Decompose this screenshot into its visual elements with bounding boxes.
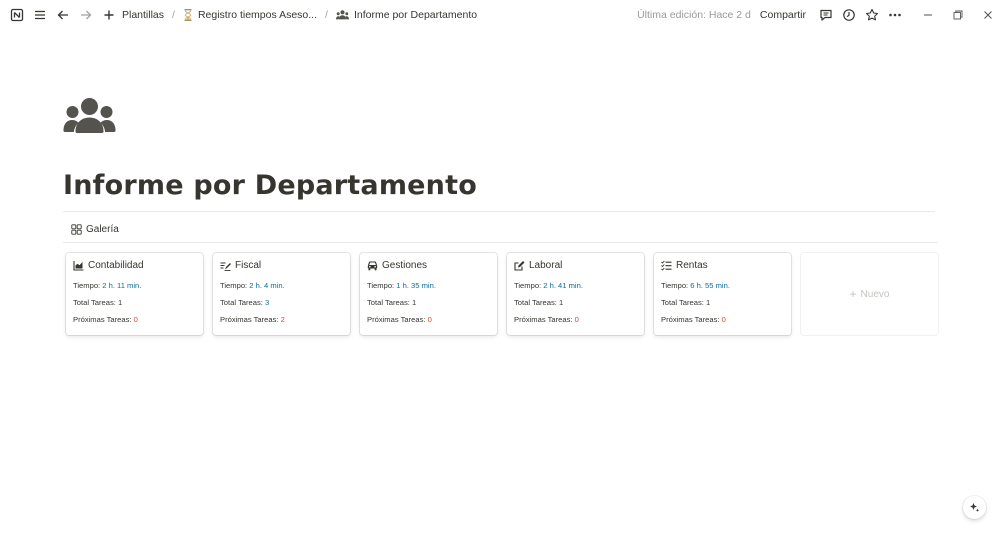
people-group-icon bbox=[335, 10, 349, 20]
last-edited-text: Última edición: Hace 2 d bbox=[637, 9, 751, 21]
prop-label: Tiempo: bbox=[367, 281, 397, 290]
gallery-card-rentas[interactable]: Rentas Tiempo: 6 h. 55 min. Total Tareas… bbox=[654, 253, 791, 335]
card-title: Rentas bbox=[676, 260, 708, 271]
card-proximas-tareas: Próximas Tareas: 0 bbox=[661, 315, 726, 324]
card-total-tareas: Total Tareas: 1 bbox=[514, 298, 563, 307]
prop-label: Total Tareas: bbox=[661, 298, 707, 307]
prop-value: 6 h. 55 min. bbox=[690, 281, 730, 290]
prop-label: Próximas Tareas: bbox=[367, 315, 428, 324]
comments-icon[interactable] bbox=[818, 7, 834, 23]
hourglass-icon bbox=[183, 9, 193, 21]
prop-label: Tiempo: bbox=[514, 281, 544, 290]
menu-icon[interactable] bbox=[33, 8, 47, 22]
add-page-icon[interactable] bbox=[102, 8, 116, 22]
top-bar: Plantillas / Registro tiempos Aseso... /… bbox=[0, 0, 1005, 30]
prop-label: Total Tareas: bbox=[514, 298, 560, 307]
prop-label: Próximas Tareas: bbox=[661, 315, 722, 324]
more-options-icon[interactable] bbox=[887, 7, 903, 23]
close-window-icon[interactable] bbox=[973, 0, 1003, 30]
prop-label: Tiempo: bbox=[661, 281, 691, 290]
breadcrumb-separator: / bbox=[172, 9, 175, 21]
prop-label: Tiempo: bbox=[220, 281, 250, 290]
sparkle-icon bbox=[970, 503, 980, 512]
new-card-button[interactable]: + Nuevo bbox=[801, 253, 938, 335]
prop-label: Próximas Tareas: bbox=[73, 315, 134, 324]
edit-icon bbox=[514, 260, 525, 271]
divider bbox=[63, 211, 935, 212]
prop-value: 1 bbox=[706, 298, 711, 307]
prop-value: 1 bbox=[559, 298, 564, 307]
prop-value: 1 h. 35 min. bbox=[396, 281, 436, 290]
card-tiempo: Tiempo: 1 h. 35 min. bbox=[367, 281, 436, 290]
card-title: Contabilidad bbox=[88, 260, 144, 271]
prop-label: Próximas Tareas: bbox=[514, 315, 575, 324]
breadcrumb-label: Informe por Departamento bbox=[353, 9, 478, 21]
card-total-tareas: Total Tareas: 1 bbox=[367, 298, 416, 307]
prop-value: 0 bbox=[427, 315, 432, 324]
share-button[interactable]: Compartir bbox=[760, 9, 806, 21]
gallery-card-gestiones[interactable]: Gestiones Tiempo: 1 h. 35 min. Total Tar… bbox=[360, 253, 497, 335]
card-title: Laboral bbox=[529, 260, 563, 271]
history-icon[interactable] bbox=[841, 7, 857, 23]
card-total-tareas: Total Tareas: 1 bbox=[661, 298, 710, 307]
prop-value: 1 bbox=[118, 298, 123, 307]
back-arrow-icon[interactable] bbox=[56, 8, 70, 22]
card-proximas-tareas: Próximas Tareas: 0 bbox=[367, 315, 432, 324]
divider bbox=[63, 242, 938, 243]
favorite-star-icon[interactable] bbox=[864, 7, 880, 23]
gallery-card-laboral[interactable]: Laboral Tiempo: 2 h. 41 min. Total Tarea… bbox=[507, 253, 644, 335]
chart-icon bbox=[73, 260, 84, 271]
new-card-label: Nuevo bbox=[860, 288, 890, 300]
prop-value: 0 bbox=[721, 315, 726, 324]
prop-label: Total Tareas: bbox=[367, 298, 413, 307]
card-total-tareas: Total Tareas: 1 bbox=[73, 298, 122, 307]
tab-galeria[interactable]: Galería bbox=[71, 224, 119, 235]
car-icon bbox=[367, 260, 378, 271]
prop-value: 1 bbox=[412, 298, 417, 307]
card-proximas-tareas: Próximas Tareas: 2 bbox=[220, 315, 285, 324]
breadcrumb-separator: / bbox=[325, 9, 328, 21]
prop-value: 3 bbox=[265, 298, 270, 307]
breadcrumb-registro[interactable]: Registro tiempos Aseso... bbox=[183, 9, 317, 21]
breadcrumb-label: Registro tiempos Aseso... bbox=[197, 9, 318, 21]
card-proximas-tareas: Próximas Tareas: 0 bbox=[514, 315, 579, 324]
tasks-icon bbox=[661, 260, 672, 271]
plus-icon: + bbox=[849, 287, 857, 301]
prop-value: 2 h. 41 min. bbox=[543, 281, 583, 290]
card-tiempo: Tiempo: 2 h. 41 min. bbox=[514, 281, 583, 290]
prop-label: Total Tareas: bbox=[73, 298, 119, 307]
gallery-card-contabilidad[interactable]: Contabilidad Tiempo: 2 h. 11 min. Total … bbox=[66, 253, 203, 335]
gallery-card-fiscal[interactable]: Fiscal Tiempo: 2 h. 4 min. Total Tareas:… bbox=[213, 253, 350, 335]
prop-value: 0 bbox=[133, 315, 138, 324]
breadcrumb-plantillas[interactable]: Plantillas bbox=[122, 9, 164, 21]
card-tiempo: Tiempo: 2 h. 11 min. bbox=[73, 281, 141, 290]
prop-value: 2 bbox=[280, 315, 285, 324]
prop-label: Tiempo: bbox=[73, 281, 103, 290]
restore-window-icon[interactable] bbox=[943, 0, 973, 30]
gallery-grid-icon bbox=[71, 224, 82, 235]
tab-label: Galería bbox=[86, 224, 119, 235]
notion-logo-icon[interactable] bbox=[10, 8, 24, 22]
prop-value: 0 bbox=[574, 315, 579, 324]
prop-value: 2 h. 11 min. bbox=[102, 281, 142, 290]
signature-icon bbox=[220, 260, 231, 271]
breadcrumb-label: Plantillas bbox=[122, 9, 165, 21]
card-proximas-tareas: Próximas Tareas: 0 bbox=[73, 315, 138, 324]
card-tiempo: Tiempo: 2 h. 4 min. bbox=[220, 281, 285, 290]
card-total-tareas: Total Tareas: 3 bbox=[220, 298, 269, 307]
prop-value: 2 h. 4 min. bbox=[249, 281, 285, 290]
card-title: Fiscal bbox=[235, 260, 262, 271]
card-tiempo: Tiempo: 6 h. 55 min. bbox=[661, 281, 730, 290]
forward-arrow-icon[interactable] bbox=[79, 8, 93, 22]
people-group-icon[interactable] bbox=[63, 97, 116, 137]
breadcrumb-informe[interactable]: Informe por Departamento bbox=[335, 9, 478, 21]
card-title: Gestiones bbox=[382, 260, 428, 271]
prop-label: Total Tareas: bbox=[220, 298, 266, 307]
minimize-window-icon[interactable] bbox=[913, 0, 943, 30]
ai-sparkle-button[interactable] bbox=[963, 496, 986, 519]
page-title[interactable]: Informe por Departamento bbox=[63, 170, 477, 201]
prop-label: Próximas Tareas: bbox=[220, 315, 281, 324]
